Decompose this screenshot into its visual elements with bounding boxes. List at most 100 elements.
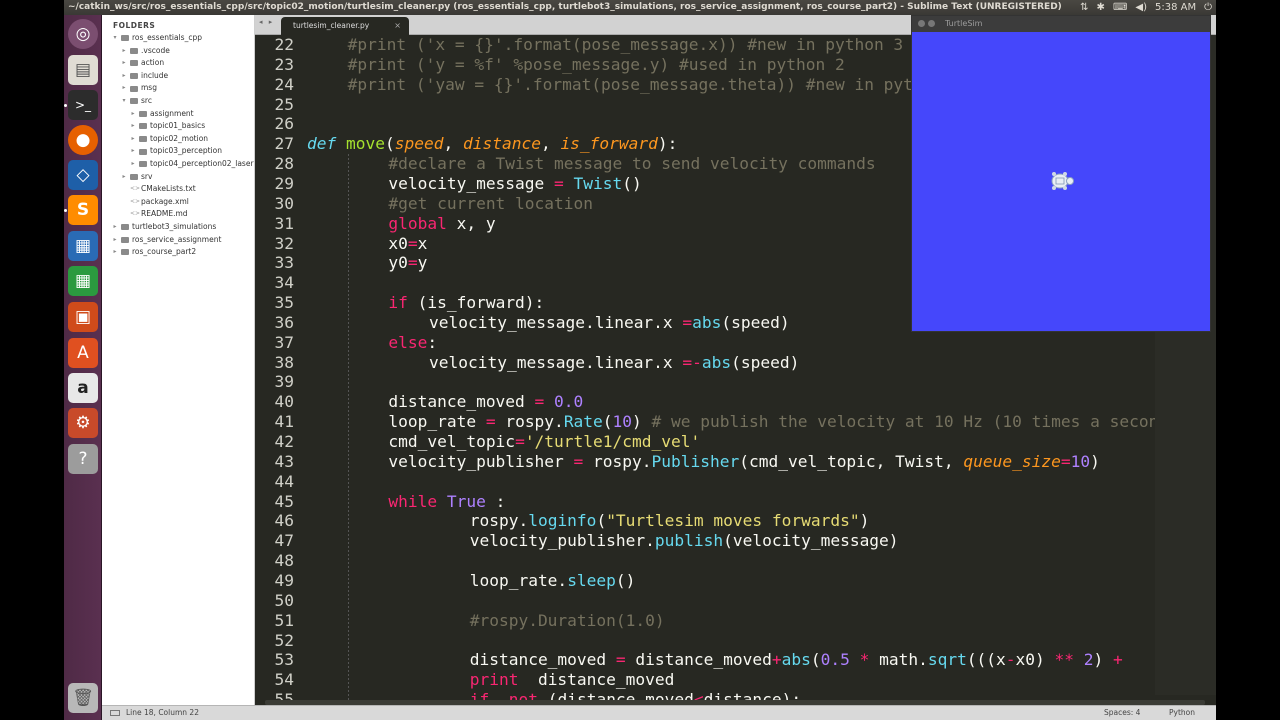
sublime-text-icon[interactable]: S bbox=[68, 195, 98, 225]
disclosure-closed-icon[interactable]: ▸ bbox=[121, 171, 127, 184]
firefox-icon[interactable]: ● bbox=[68, 125, 98, 155]
line-content: velocity_message = Twist() bbox=[388, 174, 641, 194]
disclosure-closed-icon[interactable]: ▸ bbox=[130, 158, 136, 171]
sidebar-item[interactable]: ▸ srv bbox=[121, 171, 152, 184]
code-line[interactable]: 40 distance_moved = 0.0 bbox=[255, 392, 1216, 412]
sidebar-item[interactable]: ▾ src bbox=[121, 95, 151, 108]
code-line[interactable]: 54 print distance_moved bbox=[255, 670, 1216, 690]
sidebar-item[interactable]: ▾ ros_essentials_cpp bbox=[112, 32, 201, 45]
network-icon[interactable]: ⇅ bbox=[1080, 0, 1088, 15]
code-line[interactable]: 39 bbox=[255, 372, 1216, 392]
amazon-icon[interactable]: a bbox=[68, 373, 98, 403]
folder-icon bbox=[130, 47, 138, 54]
calc-icon[interactable]: ▦ bbox=[68, 266, 98, 296]
sidebar-item-label: msg bbox=[141, 83, 157, 93]
sidebar-item[interactable]: ▸ action bbox=[121, 57, 164, 70]
code-token: , bbox=[443, 134, 463, 154]
minimize-icon[interactable] bbox=[928, 20, 935, 27]
code-token: ** bbox=[1054, 650, 1075, 670]
help-icon[interactable]: ? bbox=[68, 444, 98, 474]
disclosure-closed-icon[interactable]: ▸ bbox=[130, 108, 136, 121]
sidebar-item[interactable]: <> README.md bbox=[121, 208, 188, 221]
disclosure-closed-icon[interactable]: ▸ bbox=[121, 45, 127, 58]
code-line[interactable]: 49 loop_rate.sleep() bbox=[255, 571, 1216, 591]
code-token: () bbox=[615, 570, 636, 590]
terminal-icon[interactable]: >_ bbox=[68, 90, 98, 120]
code-line[interactable]: 45 while True : bbox=[255, 492, 1216, 512]
disclosure-closed-icon[interactable]: ▸ bbox=[121, 70, 127, 83]
code-line[interactable]: 52 bbox=[255, 631, 1216, 651]
code-token: cmd_vel_topic bbox=[388, 432, 516, 451]
tab-nav-arrows[interactable]: ◂ ▸ bbox=[259, 18, 274, 26]
trash-icon[interactable]: 🗑 bbox=[68, 683, 98, 713]
code-token: (speed) bbox=[731, 352, 800, 372]
code-line[interactable]: 50 bbox=[255, 591, 1216, 611]
impress-icon[interactable]: ▣ bbox=[68, 302, 98, 332]
disclosure-closed-icon[interactable]: ▸ bbox=[121, 57, 127, 70]
panel-toggle-icon[interactable] bbox=[110, 710, 120, 716]
code-token: distance_moved bbox=[469, 650, 616, 670]
code-line[interactable]: 42 cmd_vel_topic='/turtle1/cmd_vel' bbox=[255, 432, 1216, 452]
dash-icon[interactable]: ◎ bbox=[68, 19, 98, 49]
syntax-selector[interactable]: Python bbox=[1169, 706, 1195, 720]
code-token: + bbox=[771, 650, 782, 670]
line-number: 34 bbox=[274, 273, 295, 293]
sidebar-item[interactable]: ▸ topic01_basics bbox=[130, 120, 205, 133]
disclosure-open-icon[interactable]: ▾ bbox=[112, 32, 118, 45]
close-icon[interactable] bbox=[918, 20, 925, 27]
writer-icon[interactable]: ▦ bbox=[68, 231, 98, 261]
turtlesim-titlebar[interactable]: TurtleSim bbox=[912, 16, 1210, 32]
disclosure-closed-icon[interactable]: ▸ bbox=[130, 145, 136, 158]
indentation-setting[interactable]: Spaces: 4 bbox=[1104, 706, 1140, 720]
software-center-icon[interactable]: A bbox=[68, 338, 98, 368]
code-token: velocity_message.linear.x bbox=[429, 352, 683, 372]
code-token: y0 bbox=[388, 253, 408, 273]
clock[interactable]: 5:38 AM bbox=[1155, 0, 1196, 15]
volume-icon[interactable]: ◀) bbox=[1135, 0, 1147, 15]
vscode-icon[interactable]: ◇ bbox=[68, 160, 98, 190]
close-icon[interactable]: × bbox=[394, 17, 401, 35]
power-icon[interactable]: ⏻ bbox=[1204, 0, 1212, 15]
code-line[interactable]: 44 bbox=[255, 472, 1216, 492]
code-token: = bbox=[1060, 451, 1071, 471]
sidebar-item[interactable]: ▸ ros_service_assignment bbox=[112, 234, 221, 247]
sidebar-item[interactable]: <> package.xml bbox=[121, 196, 189, 209]
files-icon[interactable]: ▤ bbox=[68, 55, 98, 85]
code-token: = bbox=[534, 392, 545, 412]
disclosure-closed-icon[interactable]: ▸ bbox=[130, 133, 136, 146]
code-line[interactable]: 51 #rospy.Duration(1.0) bbox=[255, 611, 1216, 631]
line-content: loop_rate.sleep() bbox=[470, 571, 636, 591]
tab-turtlesim-cleaner[interactable]: turtlesim_cleaner.py × bbox=[281, 17, 409, 35]
disclosure-open-icon[interactable]: ▾ bbox=[121, 95, 127, 108]
code-line[interactable]: 53 distance_moved = distance_moved+abs(0.… bbox=[255, 650, 1216, 670]
sidebar-item[interactable]: ▸ topic02_motion bbox=[130, 133, 208, 146]
sidebar-item[interactable]: ▸ include bbox=[121, 70, 168, 83]
sidebar-item[interactable]: ▸ .vscode bbox=[121, 45, 169, 58]
sidebar-item[interactable]: ▸ ros_course_part2 bbox=[112, 246, 196, 259]
sidebar-item[interactable]: ▸ topic04_perception02_laser bbox=[130, 158, 253, 171]
keyboard-icon[interactable]: ⌨ bbox=[1113, 0, 1127, 15]
disclosure-closed-icon[interactable]: ▸ bbox=[112, 246, 118, 259]
code-line[interactable]: 46 rospy.loginfo("Turtlesim moves forward… bbox=[255, 511, 1216, 531]
sidebar-item[interactable]: ▸ topic03_perception bbox=[130, 145, 221, 158]
code-line[interactable]: 37 else: bbox=[255, 333, 1216, 353]
code-token: = bbox=[407, 233, 418, 253]
sidebar-item[interactable]: ▸ turtlebot3_simulations bbox=[112, 221, 216, 234]
disclosure-closed-icon[interactable]: ▸ bbox=[112, 234, 118, 247]
disclosure-closed-icon[interactable]: ▸ bbox=[121, 82, 127, 95]
sidebar-item[interactable]: ▸ msg bbox=[121, 82, 157, 95]
code-line[interactable]: 48 bbox=[255, 551, 1216, 571]
sidebar-item[interactable]: ▸ assignment bbox=[130, 108, 193, 121]
code-line[interactable]: 47 velocity_publisher.publish(velocity_me… bbox=[255, 531, 1216, 551]
settings-icon[interactable]: ⚙ bbox=[68, 408, 98, 438]
folder-sidebar: FOLDERS ▾ ros_essentials_cpp ▸ .vscode ▸ acti… bbox=[102, 15, 255, 705]
bluetooth-icon[interactable]: ✱ bbox=[1097, 0, 1105, 15]
turtlesim-window[interactable]: TurtleSim bbox=[911, 15, 1211, 332]
code-line[interactable]: 38 velocity_message.linear.x =-abs(speed) bbox=[255, 353, 1216, 373]
disclosure-closed-icon[interactable]: ▸ bbox=[130, 120, 136, 133]
code-line[interactable]: 43 velocity_publisher = rospy.Publisher(c… bbox=[255, 452, 1216, 472]
disclosure-closed-icon[interactable]: ▸ bbox=[112, 221, 118, 234]
sidebar-item[interactable]: <> CMakeLists.txt bbox=[121, 183, 196, 196]
code-line[interactable]: 41 loop_rate = rospy.Rate(10) # we publis… bbox=[255, 412, 1216, 432]
